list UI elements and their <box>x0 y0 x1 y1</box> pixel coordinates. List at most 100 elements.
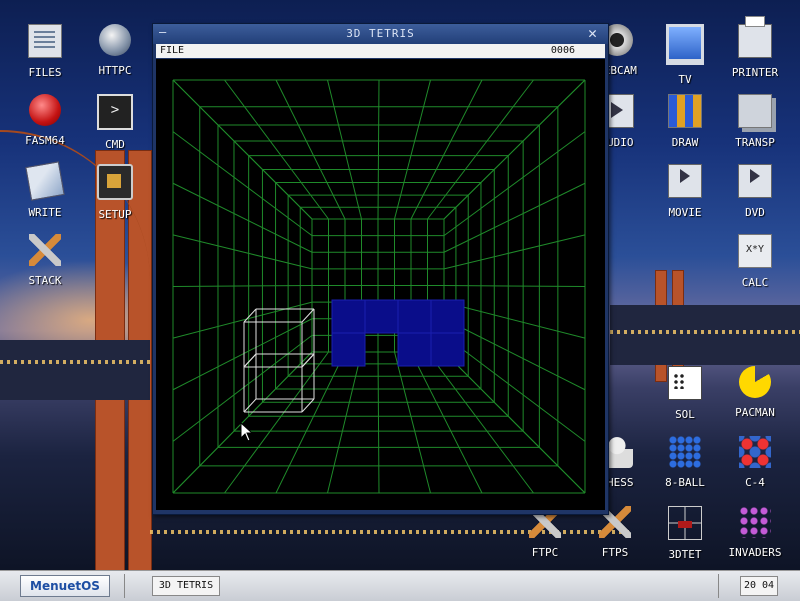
icon-label: 3DTET <box>668 548 702 561</box>
desktop-icon-tv[interactable]: TV <box>653 20 717 86</box>
pit-grid-line <box>172 285 313 287</box>
landed-block <box>364 299 399 334</box>
tv-icon <box>666 24 704 65</box>
icon-label: FILES <box>28 66 62 79</box>
write-icon <box>25 161 65 201</box>
sol-icon <box>668 366 702 400</box>
desktop-icon-cmd[interactable]: > CMD <box>83 90 147 154</box>
pit-grid-line <box>243 353 257 368</box>
desktop-icon-printer[interactable]: PRINTER <box>723 16 787 84</box>
icon-label: TV <box>678 73 692 86</box>
icon-label: PRINTER <box>731 66 779 79</box>
httpc-icon <box>99 24 131 56</box>
landed-block <box>397 299 432 334</box>
desktop-icon-movie[interactable]: MOVIE <box>653 160 717 224</box>
icon-label: SETUP <box>98 208 132 221</box>
dvd-icon <box>738 164 772 198</box>
pit-grid-line <box>443 79 586 220</box>
pacman-icon <box>739 366 771 398</box>
desktop-icon-c4[interactable]: C-4 <box>723 432 787 496</box>
icon-label: C-4 <box>745 476 765 489</box>
pit-grid-line <box>172 182 313 253</box>
desktop-icon-setup[interactable]: SETUP <box>83 160 147 224</box>
desktop-icon-invaders[interactable]: INVADERS <box>723 502 787 566</box>
pit-grid-line <box>443 234 586 270</box>
3dtet-icon <box>668 506 702 540</box>
printer-icon <box>738 16 772 58</box>
pit-grid-line <box>301 398 315 413</box>
desktop-icon-draw[interactable]: DRAW <box>653 90 717 154</box>
desktop-icon-files[interactable]: FILES <box>13 20 77 84</box>
landed-block <box>397 332 432 367</box>
pit-grid-line <box>172 301 313 339</box>
menu-file[interactable]: FILE <box>160 45 184 56</box>
pit-grid-line <box>410 79 483 220</box>
desktop-icon-3dtet[interactable]: 3DTET <box>653 502 717 566</box>
icon-label: FASM64 <box>25 134 65 147</box>
invaders-icon <box>739 506 771 538</box>
desktop-icon-calc[interactable]: X*Y CALC <box>723 230 787 294</box>
desktop-icon-stack[interactable]: STACK <box>13 230 77 294</box>
landed-block <box>430 299 465 334</box>
taskbar: MenuetOS 3D TETRIS 20 04 <box>0 570 800 601</box>
pit-grid-line <box>443 131 586 237</box>
desktop-icon-sol[interactable]: SOL <box>653 362 717 426</box>
icon-label: FTPS <box>601 546 629 559</box>
pit-grid-line <box>443 351 586 494</box>
icon-label: INVADERS <box>728 546 782 559</box>
tetris-window[interactable]: — 3D TETRIS ✕ FILE 0006 <box>152 23 609 515</box>
movie-icon <box>668 164 702 198</box>
icon-label: HTTPC <box>98 64 132 77</box>
icon-label: STACK <box>28 274 62 287</box>
c4-icon <box>739 436 771 468</box>
pit-grid-line <box>275 351 346 494</box>
taskbar-item-3d-tetris[interactable]: 3D TETRIS <box>152 576 220 596</box>
tetris-pit[interactable] <box>156 59 605 510</box>
pit-grid-line <box>327 79 362 220</box>
icon-label: SOL <box>675 408 695 421</box>
pit-grid-line <box>243 308 257 323</box>
pit-grid-line <box>224 79 329 220</box>
icon-label: DRAW <box>671 136 699 149</box>
desktop-icon-fasm64[interactable]: FASM64 <box>13 90 77 154</box>
pit-grid-line <box>410 351 483 494</box>
8ball-icon <box>669 436 701 468</box>
pit-grid-line <box>172 234 313 270</box>
pit-grid-line <box>377 79 380 220</box>
pit-grid-line <box>275 79 346 220</box>
landed-block <box>430 332 465 367</box>
fasm-icon <box>29 94 61 126</box>
pit-grid-line <box>443 318 586 391</box>
start-button[interactable]: MenuetOS <box>20 575 110 597</box>
landed-block <box>331 332 366 367</box>
window-titlebar[interactable]: — 3D TETRIS ✕ <box>153 24 608 44</box>
pit-grid-line <box>377 351 380 494</box>
cmd-icon: > <box>97 94 133 130</box>
desktop-icon-8ball[interactable]: 8-BALL <box>653 432 717 496</box>
pit-grid-line <box>172 79 313 220</box>
pit-grid-line <box>443 334 586 442</box>
close-button[interactable]: ✕ <box>588 25 602 41</box>
pit-grid-line <box>443 182 586 253</box>
desktop-icon-dvd[interactable]: DVD <box>723 160 787 224</box>
landed-block <box>331 299 366 334</box>
pit-grid-line <box>394 79 431 220</box>
icon-label: WRITE <box>28 206 62 219</box>
icon-label: MOVIE <box>668 206 702 219</box>
pit-grid-line <box>443 301 586 339</box>
desktop-icon-pacman[interactable]: PACMAN <box>723 362 787 426</box>
clock: 20 04 <box>740 576 778 596</box>
stack-icon <box>29 234 61 266</box>
pit-grid-line <box>394 351 431 494</box>
icon-label: FTPC <box>531 546 559 559</box>
desktop-icon-write[interactable]: WRITE <box>13 160 77 224</box>
calc-icon: X*Y <box>738 234 772 268</box>
game-area[interactable] <box>156 59 605 510</box>
setup-icon <box>97 164 133 200</box>
icon-label: CMD <box>105 138 125 151</box>
icon-label: TRANSP <box>735 136 775 149</box>
desktop-icon-httpc[interactable]: HTTPC <box>83 20 147 84</box>
score-counter: 0006 <box>550 45 575 56</box>
icon-label: DVD <box>745 206 765 219</box>
desktop-icon-transp[interactable]: TRANSP <box>723 90 787 154</box>
